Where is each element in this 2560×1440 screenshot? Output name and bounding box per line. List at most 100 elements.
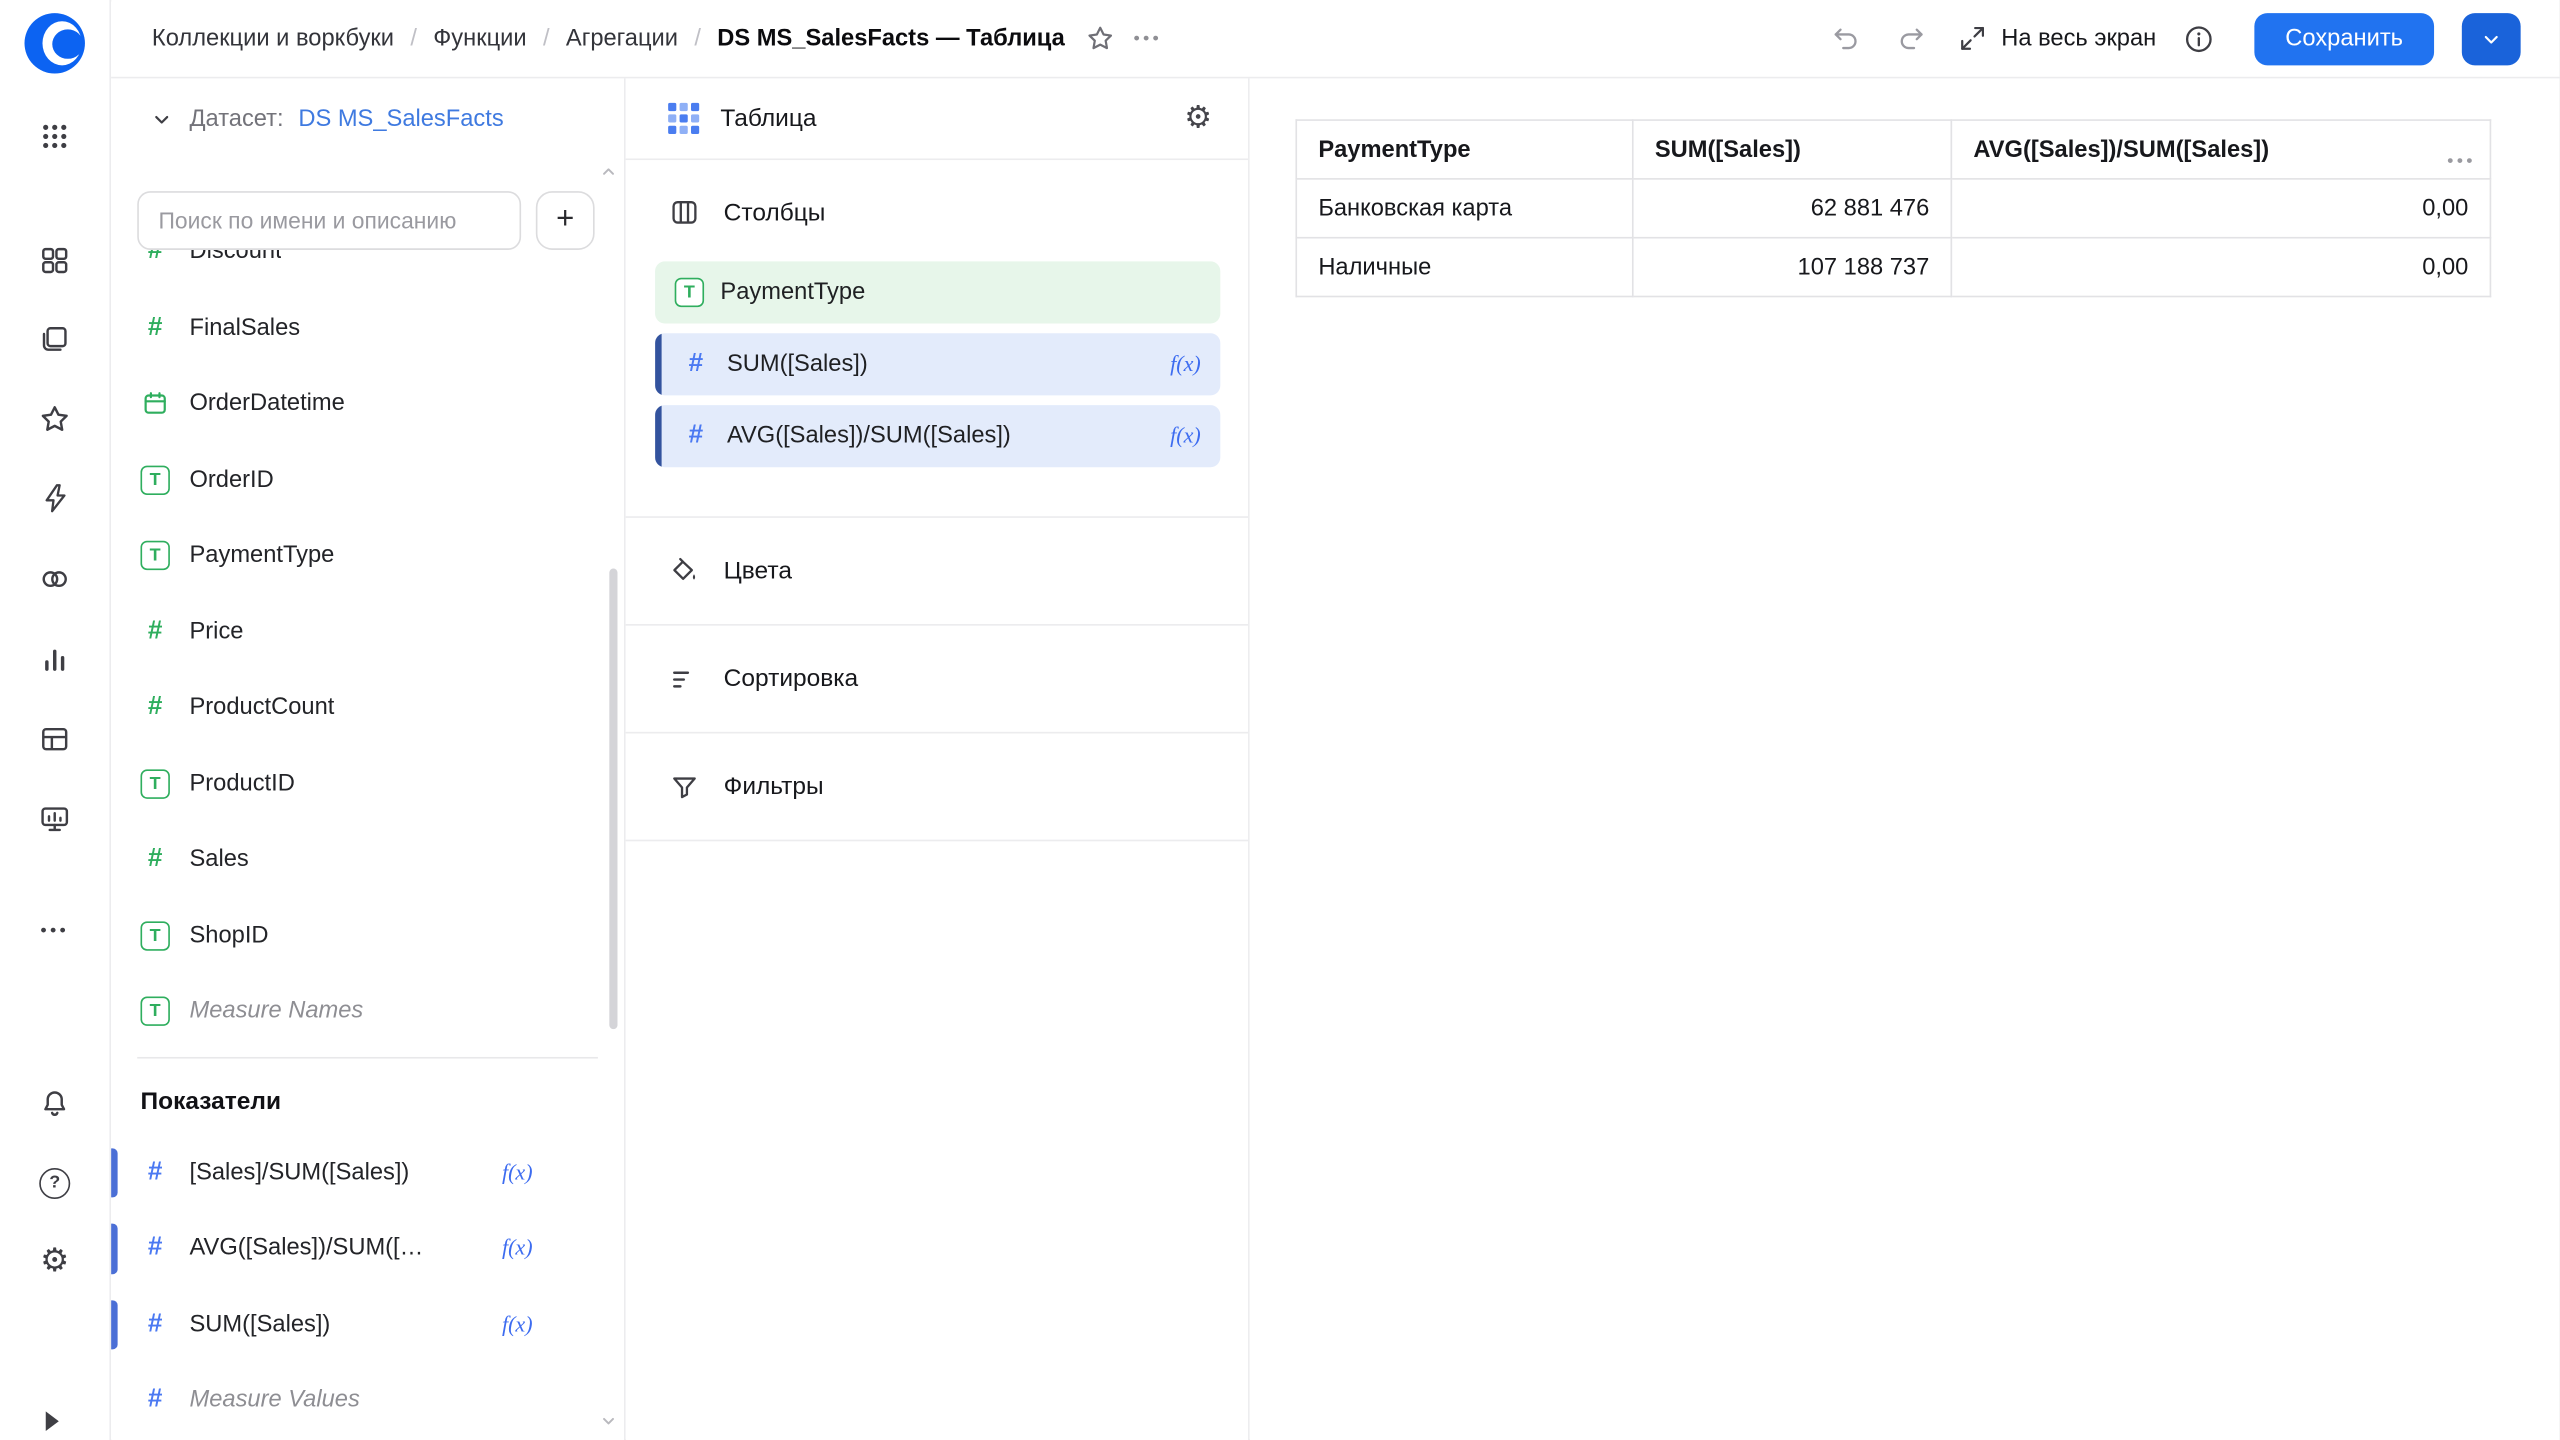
result-table: PaymentType SUM([Sales]) AVG([Sales])/SU…: [1295, 119, 2491, 297]
field-name: OrderDatetime: [189, 391, 344, 417]
field-row-orderdatetime[interactable]: OrderDatetime: [111, 366, 624, 442]
field-row-paymenttype[interactable]: T PaymentType: [111, 518, 624, 594]
save-dropdown-button[interactable]: [2462, 12, 2521, 64]
dashboards-icon[interactable]: [30, 237, 79, 283]
save-button[interactable]: Сохранить: [2254, 12, 2434, 64]
field-list: # Discount # FinalSales OrderDatetime T …: [111, 250, 624, 1050]
number-field-icon: #: [140, 845, 169, 874]
field-row-price[interactable]: # Price: [111, 594, 624, 670]
breadcrumb-item[interactable]: Функции: [433, 25, 526, 51]
field-name: ShopID: [189, 923, 268, 949]
datalens-logo-icon[interactable]: [25, 13, 85, 73]
sorting-section-label: Сортировка: [724, 665, 858, 693]
scroll-down-icon[interactable]: [600, 1411, 618, 1429]
charts-icon[interactable]: [30, 635, 79, 681]
redo-icon[interactable]: [1889, 16, 1935, 62]
chip-label: PaymentType: [720, 279, 865, 305]
dataset-collapse-icon[interactable]: [149, 106, 175, 132]
chip-paymenttype[interactable]: T PaymentType: [655, 261, 1220, 323]
colors-section[interactable]: Цвета: [626, 518, 1248, 626]
column-header[interactable]: SUM([Sales]): [1633, 120, 1952, 179]
column-header[interactable]: AVG([Sales])/SUM([Sales]): [1951, 120, 2490, 179]
undo-icon[interactable]: [1823, 16, 1869, 62]
measure-row[interactable]: # [Sales]/SUM([Sales]) f(x): [111, 1135, 624, 1211]
field-name: ProductCount: [189, 695, 334, 721]
scroll-up-icon[interactable]: [600, 163, 618, 181]
favorite-star-icon[interactable]: [1078, 16, 1124, 62]
cell-avg-ratio: 0,00: [1951, 238, 2490, 297]
question-glyph: ?: [49, 1173, 60, 1193]
favorites-icon[interactable]: [30, 395, 79, 441]
cell-avg-ratio: 0,00: [1951, 179, 2490, 238]
fields-scrollbar[interactable]: [609, 568, 617, 1029]
entry-menu-icon[interactable]: •••: [1133, 29, 1162, 49]
settings-icon[interactable]: ⚙: [30, 1238, 79, 1284]
chip-label: SUM([Sales]): [727, 351, 868, 377]
notifications-icon[interactable]: [30, 1080, 79, 1126]
sorting-section[interactable]: Сортировка: [626, 626, 1248, 734]
field-row-orderid[interactable]: T OrderID: [111, 442, 624, 518]
measure-field-icon: #: [140, 1234, 169, 1263]
text-field-icon: T: [140, 997, 169, 1026]
measure-accent-bar: [111, 1300, 118, 1350]
apps-grid-icon[interactable]: [30, 113, 79, 159]
visualization-title: Таблица: [720, 105, 816, 133]
field-search-input[interactable]: [137, 191, 521, 250]
dataset-name-link[interactable]: DS MS_SalesFacts: [298, 106, 503, 132]
collapse-arrow-icon[interactable]: [46, 1411, 59, 1431]
field-row-productid[interactable]: T ProductID: [111, 746, 624, 822]
measure-row[interactable]: # AVG([Sales])/SUM([… f(x): [111, 1210, 624, 1286]
visualization-header[interactable]: Таблица ⚙: [626, 78, 1248, 160]
text-field-icon: T: [140, 921, 169, 950]
formula-icon[interactable]: f(x): [502, 1235, 533, 1261]
monitoring-icon[interactable]: [30, 796, 79, 842]
table-options-icon[interactable]: •••: [2447, 152, 2476, 172]
colors-icon: [668, 555, 701, 588]
measure-name: [Sales]/SUM([Sales]): [189, 1159, 409, 1185]
formula-icon[interactable]: f(x): [1170, 423, 1201, 449]
fullscreen-button[interactable]: На весь экран: [1954, 16, 2156, 62]
expand-icon: [1954, 16, 1990, 62]
info-icon[interactable]: [2176, 16, 2222, 62]
breadcrumb: Коллекции и воркбуки / Функции / Агрегац…: [152, 25, 1065, 51]
field-name: FinalSales: [189, 315, 300, 341]
formula-icon[interactable]: f(x): [1170, 351, 1201, 377]
collections-icon[interactable]: [30, 315, 79, 361]
measure-field-icon: #: [140, 1310, 169, 1339]
add-field-button[interactable]: +: [536, 191, 595, 250]
chip-avg-sum-sales[interactable]: # AVG([Sales])/SUM([Sales]) f(x): [655, 405, 1220, 467]
editor-icon[interactable]: [30, 475, 79, 521]
field-row-shopid[interactable]: T ShopID: [111, 898, 624, 974]
field-row-sales[interactable]: # Sales: [111, 822, 624, 898]
measure-row-measure-values[interactable]: # Measure Values: [111, 1362, 624, 1438]
measure-accent-bar: [655, 333, 662, 395]
more-icon[interactable]: •••: [30, 908, 79, 954]
table-header-row: PaymentType SUM([Sales]) AVG([Sales])/SU…: [1296, 120, 2490, 179]
measure-field-icon: #: [140, 1158, 169, 1187]
chip-label: AVG([Sales])/SUM([Sales]): [727, 423, 1011, 449]
measure-row[interactable]: # SUM([Sales]) f(x): [111, 1286, 624, 1362]
filters-section-label: Фильтры: [724, 773, 824, 801]
field-row-discount[interactable]: # Discount: [111, 250, 624, 290]
breadcrumb-item[interactable]: Агрегации: [566, 25, 678, 51]
field-row-finalsales[interactable]: # FinalSales: [111, 290, 624, 366]
text-field-icon: T: [140, 769, 169, 798]
help-icon[interactable]: ?: [30, 1160, 79, 1206]
measure-accent-bar: [111, 1148, 118, 1198]
filters-section[interactable]: Фильтры: [626, 733, 1248, 841]
formula-icon[interactable]: f(x): [502, 1311, 533, 1337]
text-field-icon: T: [675, 278, 704, 307]
chip-sum-sales[interactable]: # SUM([Sales]) f(x): [655, 333, 1220, 395]
column-header[interactable]: PaymentType: [1296, 120, 1633, 179]
breadcrumb-separator: /: [543, 25, 550, 51]
field-row-measure-names[interactable]: T Measure Names: [111, 974, 624, 1050]
viz-settings-gear-icon[interactable]: ⚙: [1184, 103, 1212, 134]
relations-icon[interactable]: [30, 555, 79, 601]
breadcrumb-item[interactable]: Коллекции и воркбуки: [152, 25, 394, 51]
cell-paymenttype: Наличные: [1296, 238, 1633, 297]
measure-name: SUM([Sales]): [189, 1311, 330, 1337]
tables-icon[interactable]: [30, 716, 79, 762]
measure-field-icon: #: [140, 1386, 169, 1415]
formula-icon[interactable]: f(x): [502, 1159, 533, 1185]
field-row-productcount[interactable]: # ProductCount: [111, 670, 624, 746]
